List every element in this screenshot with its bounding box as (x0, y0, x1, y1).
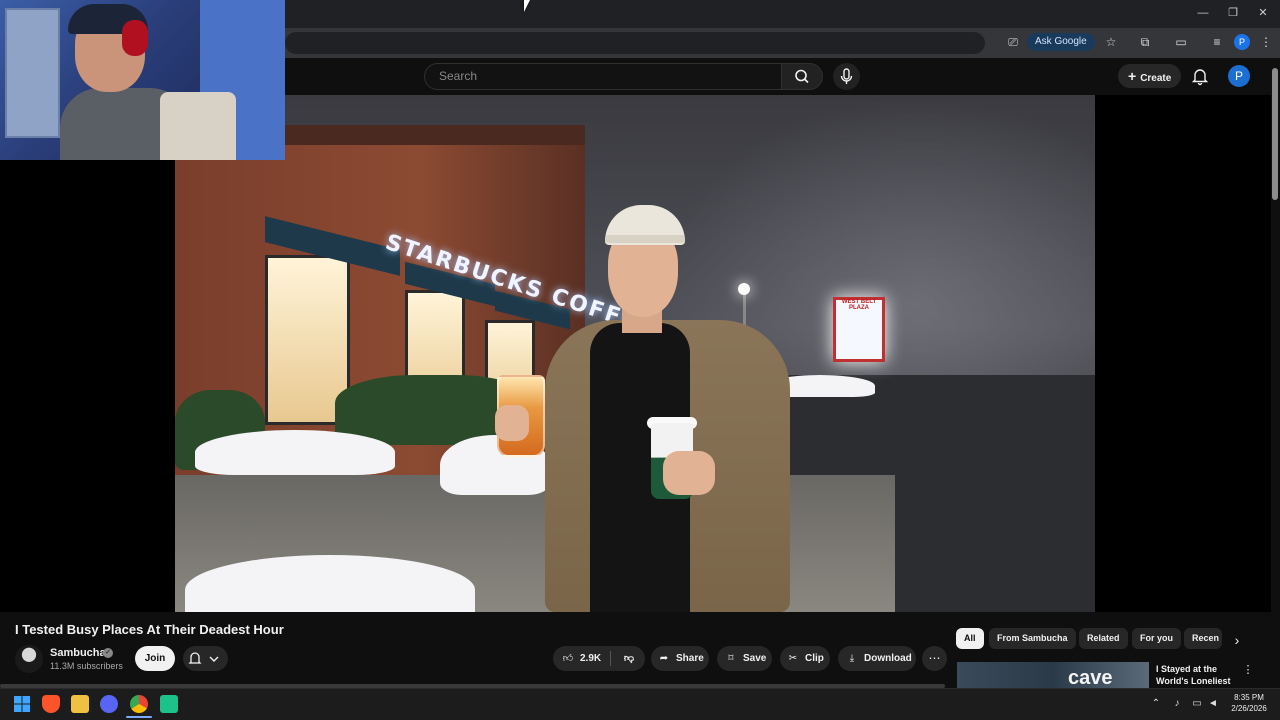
extensions-icon[interactable]: ⧉ (1137, 34, 1153, 50)
microphone-tray-icon[interactable]: ♪ (1170, 697, 1184, 711)
download-label: Download (864, 653, 912, 664)
video-frame[interactable]: STARBUCKS COFFEE WEST BELT PLAZA (175, 95, 1095, 612)
bookmark-star-icon[interactable]: ☆ (1103, 34, 1119, 50)
more-horizontal-icon: ⋯ (928, 651, 941, 665)
account-avatar[interactable]: P (1228, 65, 1250, 87)
chip-from-sambucha[interactable]: From Sambucha (989, 628, 1076, 649)
thumbnail-text: cave (1068, 667, 1113, 689)
streamer-headset (122, 20, 148, 56)
windows-taskbar (0, 688, 1280, 720)
chip-recent[interactable]: Recen (1184, 628, 1222, 649)
search-button[interactable] (781, 63, 823, 90)
chip-for-you[interactable]: For you (1132, 628, 1181, 649)
clip-label: Clip (805, 653, 824, 664)
dislike-button[interactable]: 👎︎ (617, 646, 641, 671)
browser-menu-icon[interactable]: ⋮ (1258, 34, 1274, 50)
brave-browser-icon[interactable] (42, 695, 60, 713)
channel-name[interactable]: Sambucha (50, 647, 106, 659)
chevron-up-icon[interactable]: ⌃ (1149, 697, 1163, 711)
snow-pile (195, 430, 395, 475)
like-button[interactable]: 👍︎ 2.9K (553, 646, 609, 671)
subscriber-count: 11.3M subscribers (50, 661, 123, 671)
search-icon (795, 69, 809, 84)
mouse-cursor (524, 0, 530, 12)
active-app-indicator (126, 716, 152, 718)
like-count: 2.9K (580, 653, 602, 664)
create-button[interactable]: + Create (1118, 64, 1181, 88)
voice-search-button[interactable] (833, 63, 860, 90)
clock-time: 8:35 PM (1234, 693, 1264, 702)
plaza-sign-text: WEST BELT PLAZA (841, 299, 877, 311)
bookmark-icon: ⌑ (728, 653, 734, 664)
bell-dropdown-icon (188, 652, 219, 664)
webcam-overlay (0, 0, 285, 160)
left-hand (495, 405, 529, 441)
scissors-icon: ✂ (788, 653, 798, 664)
right-hand (663, 451, 715, 495)
file-explorer-icon[interactable] (71, 695, 89, 713)
share-button[interactable]: ➦ Share (651, 646, 709, 671)
chevron-right-icon[interactable]: › (1228, 631, 1246, 649)
like-divider (610, 651, 611, 666)
ask-google-label: Ask Google (1035, 36, 1087, 47)
address-bar[interactable] (285, 32, 985, 54)
windows-start-icon[interactable] (13, 695, 31, 713)
notifications-button[interactable] (1190, 66, 1210, 86)
discord-icon[interactable] (100, 695, 118, 713)
video-title: I Tested Busy Places At Their Deadest Ho… (15, 622, 284, 637)
thumbs-down-icon: 👎︎ (623, 653, 635, 664)
chrome-icon[interactable] (130, 695, 148, 713)
minimize-button[interactable]: — (1188, 5, 1218, 21)
plus-icon: + (1128, 68, 1137, 84)
save-button[interactable]: ⌑ Save (717, 646, 772, 671)
create-label: Create (1140, 73, 1172, 84)
browser-profile-avatar[interactable]: P (1234, 34, 1250, 50)
webcam-door (5, 8, 60, 138)
ask-google-button[interactable]: Ask Google (1027, 33, 1095, 51)
search-placeholder: Search (439, 69, 478, 83)
media-control-icon[interactable]: ≡ (1209, 34, 1225, 50)
like-dislike-group: 👍︎ 2.9K 👎︎ (553, 646, 645, 671)
thumbs-up-icon: 👍︎ (562, 653, 574, 664)
app-icon[interactable] (160, 695, 178, 713)
cast-icon[interactable]: ⎚ (1005, 34, 1021, 50)
page-scrollbar-thumb[interactable] (1272, 68, 1278, 200)
recommendation-thumbnail[interactable] (957, 662, 1149, 688)
download-button[interactable]: ⤓ Download (838, 646, 916, 671)
join-button[interactable]: Join (135, 646, 175, 671)
save-label: Save (743, 653, 767, 664)
share-icon: ➦ (659, 653, 669, 664)
cap-brim (605, 235, 685, 243)
streamer-chair (160, 92, 236, 160)
network-icon[interactable]: ▭ (1190, 697, 1204, 711)
bell-icon (1191, 69, 1209, 86)
close-window-button[interactable]: ✕ (1248, 5, 1278, 21)
channel-avatar[interactable] (15, 645, 43, 673)
street-lamp (738, 283, 750, 295)
chip-all[interactable]: All (956, 628, 984, 649)
system-clock[interactable]: 8:35 PM 2/26/2026 (1226, 692, 1272, 714)
more-actions-button[interactable]: ⋯ (922, 646, 947, 671)
clip-button[interactable]: ✂ Clip (780, 646, 830, 671)
verified-check-icon: ✓ (103, 648, 113, 658)
volume-icon[interactable]: ◄ (1206, 697, 1220, 711)
search-input[interactable]: Search (424, 63, 782, 90)
chip-related[interactable]: Related (1079, 628, 1128, 649)
share-label: Share (676, 653, 704, 664)
clock-date: 2/26/2026 (1231, 704, 1267, 713)
download-icon: ⤓ (849, 653, 855, 664)
subscription-notifications-button[interactable] (183, 646, 228, 671)
split-view-icon[interactable]: ▭ (1173, 34, 1189, 50)
more-vertical-icon[interactable]: ⋮ (1242, 663, 1254, 677)
microphone-icon (840, 68, 853, 84)
maximize-button[interactable]: ❐ (1218, 5, 1248, 21)
